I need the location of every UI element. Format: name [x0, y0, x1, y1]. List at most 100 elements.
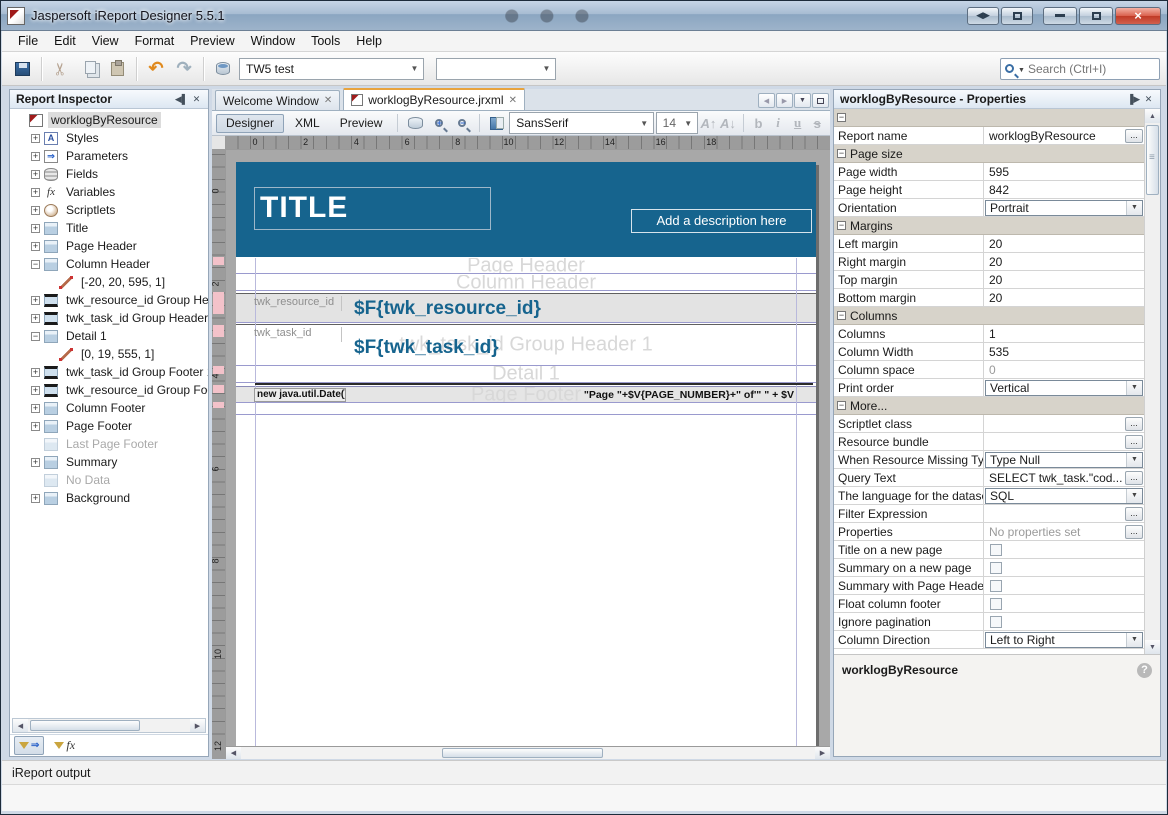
prop-value-text[interactable]: 20 — [989, 273, 1144, 287]
preview-view-button[interactable]: Preview — [331, 114, 392, 133]
strikethrough-button[interactable]: s — [808, 116, 826, 131]
tree-item-page-header[interactable]: +Page Header — [10, 237, 208, 255]
prop-dropdown[interactable]: Vertical▼ — [985, 380, 1143, 396]
menu-file[interactable]: File — [10, 32, 46, 50]
menu-tools[interactable]: Tools — [303, 32, 348, 50]
ellipsis-button[interactable]: ... — [1125, 435, 1143, 449]
menu-window[interactable]: Window — [243, 32, 303, 50]
group1-field-expression[interactable]: $F{twk_resource_id} — [354, 298, 541, 320]
tree-item-styles[interactable]: +AStyles — [10, 129, 208, 147]
scroll-left-icon[interactable]: ◀ — [226, 747, 241, 759]
ellipsis-button[interactable]: ... — [1125, 471, 1143, 485]
group2-header-band[interactable]: twk_task_id Group Header 1 twk_task_id $… — [236, 324, 816, 366]
prop-value-text[interactable]: 1 — [989, 327, 1144, 341]
expand-plus-icon[interactable]: + — [31, 134, 40, 143]
scroll-down-icon[interactable]: ▼ — [1145, 640, 1160, 654]
tree-item-summary[interactable]: +Summary — [10, 453, 208, 471]
detach-window-button[interactable] — [1001, 7, 1033, 25]
expand-plus-icon[interactable]: + — [31, 422, 40, 431]
minimize-button[interactable] — [1043, 7, 1077, 25]
close-tab-icon[interactable]: ✕ — [324, 95, 332, 106]
page-header-band[interactable]: Page Header — [236, 258, 816, 274]
collapse-icon[interactable]: − — [837, 221, 846, 230]
tab-worklogbyresource[interactable]: worklogByResource.jrxml ✕ — [343, 88, 525, 110]
menu-edit[interactable]: Edit — [46, 32, 84, 50]
collapse-icon[interactable]: − — [837, 149, 846, 158]
group1-header-band[interactable]: twk_resource_id $F{twk_resource_id} — [236, 293, 816, 323]
collapse-minus-icon[interactable]: − — [31, 260, 40, 269]
tree-item-twk-task-id-group-footer-1[interactable]: +twk_task_id Group Footer 1 — [10, 363, 208, 381]
expand-plus-icon[interactable]: + — [31, 242, 40, 251]
expand-plus-icon[interactable]: + — [31, 170, 40, 179]
ellipsis-button[interactable]: ... — [1125, 507, 1143, 521]
menu-help[interactable]: Help — [348, 32, 390, 50]
expand-plus-icon[interactable]: + — [31, 296, 40, 305]
expand-plus-icon[interactable]: + — [31, 188, 40, 197]
filter-variables-button[interactable]: fx — [50, 736, 79, 755]
tree-item-page-footer[interactable]: +Page Footer — [10, 417, 208, 435]
prop-value-text[interactable]: 20 — [989, 291, 1144, 305]
prop-dropdown[interactable]: SQL▼ — [985, 488, 1143, 504]
ellipsis-button[interactable]: ... — [1125, 417, 1143, 431]
expand-plus-icon[interactable]: + — [31, 386, 40, 395]
inspector-hscrollbar[interactable]: ◀ ▶ — [12, 718, 206, 733]
scroll-tabs-left-button[interactable]: ◀ — [758, 93, 775, 108]
copy-button[interactable] — [75, 56, 103, 82]
shrink-font-button[interactable]: A↓ — [719, 116, 737, 131]
connection-select[interactable]: TW5 test ▼ — [239, 58, 424, 80]
maximize-button[interactable] — [1079, 7, 1113, 25]
detail-band[interactable]: Detail 1 — [236, 366, 816, 383]
tab-list-dropdown-button[interactable]: ▼ — [794, 93, 811, 108]
close-panel-icon[interactable]: ✕ — [1141, 94, 1156, 105]
minimize-panel-icon[interactable]: ◀▌ — [174, 94, 189, 105]
prop-value-text[interactable]: 595 — [989, 165, 1144, 179]
page-number-expression-element[interactable]: "Page "+$V{PAGE_NUMBER}+" of'" " + $V — [584, 389, 794, 401]
tree-item-detail-1[interactable]: −Detail 1 — [10, 327, 208, 345]
tree-item-fields[interactable]: +Fields — [10, 165, 208, 183]
prop-dropdown[interactable]: Portrait▼ — [985, 200, 1143, 216]
tree-item-scriptlets[interactable]: +Scriptlets — [10, 201, 208, 219]
group2-field-expression[interactable]: $F{twk_task_id} — [354, 337, 499, 359]
expand-plus-icon[interactable]: + — [31, 314, 40, 323]
expand-plus-icon[interactable]: + — [31, 458, 40, 467]
tree-item-worklogbyresource[interactable]: worklogByResource — [10, 111, 208, 129]
prop-value-text[interactable]: 20 — [989, 237, 1144, 251]
description-text-element[interactable]: Add a description here — [631, 209, 812, 233]
prop-value-text[interactable]: 0 — [989, 363, 1144, 377]
grow-font-button[interactable]: A↑ — [700, 116, 718, 131]
close-tab-icon[interactable]: ✕ — [509, 95, 517, 106]
report-page[interactable]: TITLE Add a description here Page Header… — [236, 162, 816, 746]
secondary-select[interactable]: ▼ — [436, 58, 556, 80]
menu-view[interactable]: View — [84, 32, 127, 50]
search-options-arrow-icon[interactable]: ▼ — [1018, 67, 1025, 74]
prop-value-text[interactable]: No properties set — [989, 525, 1124, 539]
detail-line-element[interactable] — [255, 383, 813, 385]
menu-format[interactable]: Format — [127, 32, 183, 50]
scroll-tabs-right-button[interactable]: ▶ — [776, 93, 793, 108]
cut-button[interactable]: ✂ — [47, 56, 75, 82]
expand-plus-icon[interactable]: + — [31, 368, 40, 377]
prop-dropdown[interactable]: Type Null▼ — [985, 452, 1143, 468]
title-text-element[interactable]: TITLE — [254, 187, 491, 230]
filter-parameters-button[interactable]: ⇒ — [14, 736, 44, 755]
prop-value-text[interactable]: SELECT twk_task."cod... — [989, 471, 1124, 485]
properties-vscrollbar[interactable]: ▲ ▼ — [1145, 109, 1160, 654]
column-header-band[interactable]: Column Header — [236, 275, 816, 291]
tree-item-column-header[interactable]: −Column Header — [10, 255, 208, 273]
page-footer-band[interactable]: Page Footer new java.util.Date() "Page "… — [236, 386, 816, 403]
tree-item-0-19-555-1[interactable]: [0, 19, 555, 1] — [10, 345, 208, 363]
title-band[interactable]: TITLE Add a description here — [236, 162, 816, 257]
menu-preview[interactable]: Preview — [182, 32, 242, 50]
page-format-button[interactable] — [486, 113, 507, 133]
expand-plus-icon[interactable]: + — [31, 206, 40, 215]
report-query-button[interactable] — [404, 113, 425, 133]
help-icon[interactable]: ? — [1137, 663, 1152, 678]
prop-dropdown[interactable]: Left to Right▼ — [985, 632, 1143, 648]
tree-item-parameters[interactable]: +⇒Parameters — [10, 147, 208, 165]
group1-label-element[interactable]: twk_resource_id — [254, 296, 342, 311]
bold-button[interactable]: b — [750, 116, 768, 131]
scroll-right-icon[interactable]: ▶ — [815, 747, 830, 759]
undo-button[interactable]: ↶ — [142, 56, 170, 82]
prop-checkbox[interactable] — [990, 598, 1002, 610]
font-size-select[interactable]: 14 ▼ — [656, 112, 698, 134]
